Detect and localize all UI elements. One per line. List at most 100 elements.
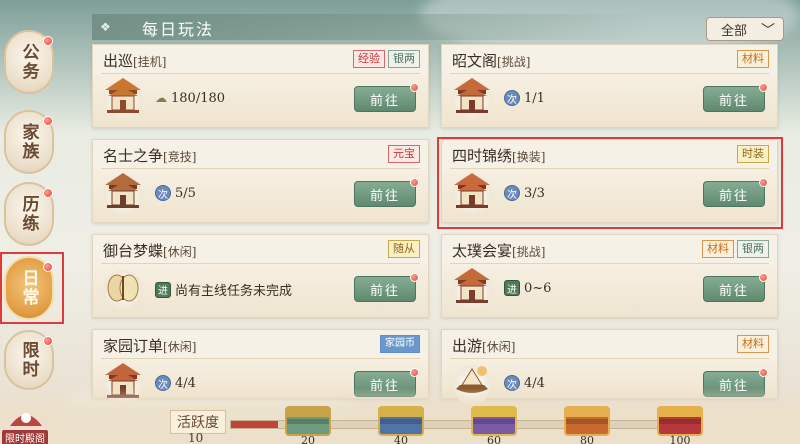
progress-badge-icon: 进 [155,281,171,298]
card-name: 太璞会宴 [452,242,513,260]
reward-tag: 经验 [353,50,385,68]
pavilion-icon [105,173,141,208]
card-name: 名士之争 [103,147,164,165]
card-title: 出巡[挂机] [103,50,166,71]
progress-value: 1/1 [524,90,545,106]
divider [101,168,420,169]
activity-card-dream-butterfly: 御台梦蝶[休闲] 随从 进 尚有主线任务未完成 前往 [92,234,429,318]
reward-tags: 材料 [737,335,769,353]
chevron-down-icon: ﹀ [761,23,775,39]
reward-chest-40[interactable] [378,406,424,436]
reward-tag: 元宝 [388,145,420,163]
progress-stat: 进 0~6 [504,280,551,296]
activity-icon-plate [103,270,143,310]
notification-dot [759,368,768,377]
selected-card-highlight [437,137,783,229]
header-ornament-icon: ❖ [100,20,111,34]
nav-item-label: 公务 [18,43,39,81]
nav-item-official[interactable]: 公务 [4,30,54,94]
notification-dot [759,83,768,92]
reward-chest-60[interactable] [471,406,517,436]
card-title: 出游[休闲] [452,335,515,356]
divider [450,358,769,359]
activity-icon-plate [452,268,492,310]
chest-band [473,419,515,424]
nav-item-label: 日常 [18,269,39,307]
reward-tags: 元宝 [388,145,420,163]
card-category: [休闲] [482,340,516,354]
go-button[interactable]: 前往 [703,273,768,302]
nav-item-limited[interactable]: 限时 [4,330,54,390]
reward-tags: 经验 银两 [353,50,420,68]
progress-badge-icon: 进 [504,280,520,296]
chest-band [659,419,701,424]
card-title: 昭文阁[挑战] [452,50,530,71]
nav-item-label: 历练 [18,195,39,233]
progress-stat: ☁ 180/180 [155,90,225,106]
section-title: 每日玩法 [142,20,215,39]
reward-tag: 材料 [737,50,769,68]
go-button-label: 前往 [718,93,749,109]
notification-dot [43,116,53,126]
go-button[interactable]: 前往 [354,273,419,302]
progress-stat: 进 尚有主线任务未完成 [155,280,292,299]
activity-icon-plate [103,78,143,120]
card-title: 家园订单[休闲] [103,335,196,356]
reward-chest-80[interactable] [564,406,610,436]
notification-dot [410,178,419,187]
nav-item-daily[interactable]: 日常 [4,256,54,320]
card-category: [休闲] [163,340,197,354]
activity-card-patrol: 出巡[挂机] 经验 银两 ☁ 180/180 前往 [92,44,429,128]
notification-dot [759,273,768,282]
card-title: 名士之争[竞技] [103,145,196,166]
reward-chest-20[interactable] [285,406,331,436]
activity-progress-fill [231,421,278,428]
divider [101,263,420,264]
notification-dot [410,368,419,377]
divider [450,73,769,74]
chest-band [380,419,422,424]
card-title: 御台梦蝶[休闲] [103,240,196,261]
stamina-icon: ☁ [155,91,167,105]
category-nav: 公务 家族 历练 日常 限时 [0,0,70,444]
card-category: [挂机] [133,55,167,69]
reward-tag: 随从 [388,240,420,258]
activity-card-taipu-banquet: 太璞会宴[挑战] 材料 银两 进 0~6 前往 [441,234,778,318]
chest-threshold: 100 [669,434,691,444]
notification-dot [43,336,53,346]
chest-threshold: 20 [301,434,315,444]
reward-tag: 银两 [388,50,420,68]
go-button[interactable]: 前往 [354,83,419,112]
count-badge-icon: 次 [504,90,520,106]
notification-dot [43,188,53,198]
filter-value: 全部 [721,23,748,39]
notification-dot [410,83,419,92]
go-button[interactable]: 前往 [354,178,419,207]
progress-value: 0~6 [524,280,552,296]
filter-dropdown[interactable]: 全部 ﹀ [706,17,784,41]
progress-stat: 次 5/5 [155,185,196,201]
card-category: [竞技] [163,150,197,164]
chest-band [566,419,608,424]
nav-item-training[interactable]: 历练 [4,182,54,246]
nav-item-family[interactable]: 家族 [4,110,54,174]
reward-tags: 随从 [388,240,420,258]
card-name: 昭文阁 [452,52,498,70]
progress-stat: 次 1/1 [504,90,545,106]
reward-tags: 材料 [737,50,769,68]
divider [101,358,420,359]
reward-chest-100[interactable] [657,406,703,436]
go-button-label: 前往 [718,283,749,299]
activity-value: 10 [188,431,204,444]
divider [101,73,420,74]
reward-tag: 材料 [737,335,769,353]
card-name: 御台梦蝶 [103,242,164,260]
nav-item-label: 家族 [18,123,39,161]
go-button[interactable]: 前往 [703,83,768,112]
activity-icon-plate [103,173,143,215]
progress-value: 5/5 [175,185,196,201]
count-badge-icon: 次 [155,185,171,201]
progress-value: 180/180 [171,90,226,106]
card-name: 家园订单 [103,337,164,355]
pavilion-icon [454,78,490,113]
